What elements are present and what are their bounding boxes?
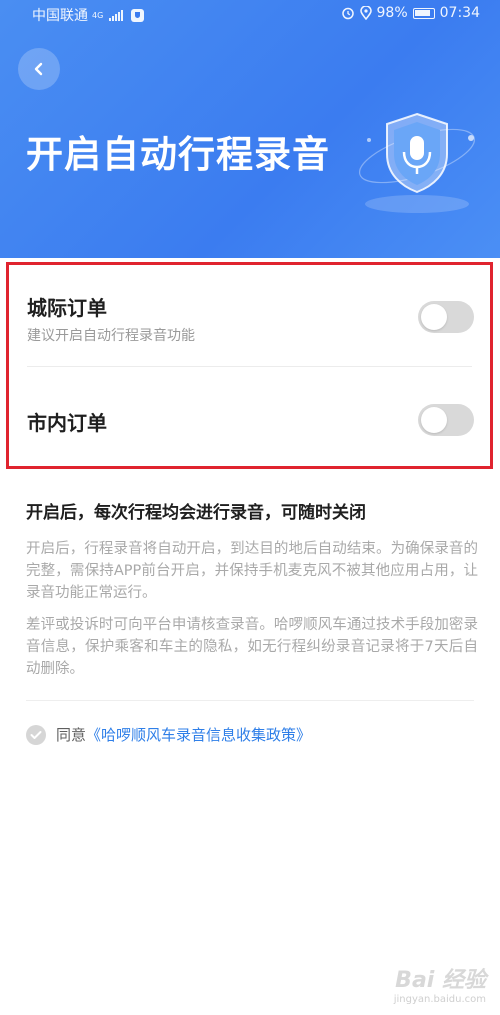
battery-percent: 98% [376,5,408,21]
intercity-recording-toggle[interactable] [418,301,474,333]
baidu-jingyan-watermark: Bai 经验 jingyan.baidu.com [394,962,486,1005]
carrier-name: 中国联通 [32,8,88,24]
back-button[interactable] [18,48,60,90]
intercity-order-label: 城际订单 [27,296,107,320]
city-order-label: 市内订单 [27,411,107,435]
clock-time: 07:34 [439,5,480,21]
toggle-knob [421,407,447,433]
info-title: 开启后，每次行程均会进行录音，可随时关闭 [26,503,366,523]
alarm-icon [341,7,354,20]
network-type: 4G [92,10,104,20]
signal-icon [109,9,124,21]
city-order-row: 市内订单 [9,366,490,467]
watermark-url: jingyan.baidu.com [393,994,486,1005]
watermark-logo: Bai 经验 [395,968,486,993]
microphone-shield-icon [359,112,475,213]
agree-checkbox[interactable] [26,724,46,745]
info-divider [26,700,474,701]
agree-prefix: 同意 [56,726,87,744]
info-paragraph-1: 开启后，行程录音将自动开启，到达目的地后自动结束。为确保录音的完整，需保持APP… [26,541,478,601]
intercity-order-hint: 建议开启自动行程录音功能 [27,328,195,344]
chevron-left-icon [34,62,43,76]
battery-icon [412,7,435,19]
location-icon [359,6,372,20]
header: 中国联通 4G 98% 07:34 开启自动行程录音 [0,0,500,258]
recording-policy-link[interactable]: 《哈啰顺风车录音信息收集政策》 [86,724,311,745]
app-status-icon [131,8,145,22]
info-paragraph-2: 差评或投诉时可向平台申请核查录音。哈啰顺风车通过技术手段加密录音信息，保护乘客和… [26,617,478,677]
agreement-row: 同意 《哈啰顺风车录音信息收集政策》 [26,724,311,745]
settings-highlight-box: 城际订单 建议开启自动行程录音功能 市内订单 [6,262,493,469]
city-recording-toggle[interactable] [418,404,474,436]
intercity-order-row: 城际订单 建议开启自动行程录音功能 [9,265,490,366]
toggle-knob [421,304,447,330]
page-title: 开启自动行程录音 [26,133,330,176]
status-bar: 中国联通 4G 98% 07:34 [0,0,500,28]
check-circle-icon [30,730,42,739]
